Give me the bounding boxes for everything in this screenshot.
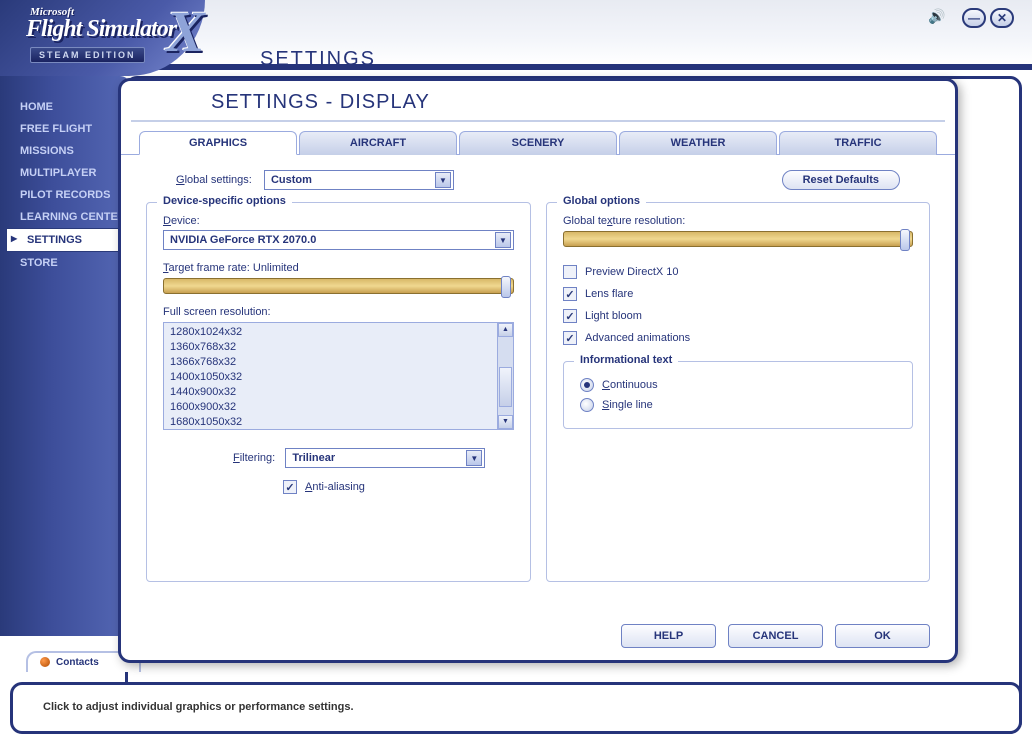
tab-weather[interactable]: WEATHER xyxy=(619,131,777,155)
sidebar-item-pilot-records[interactable]: PILOT RECORDS xyxy=(0,184,130,206)
resolution-option[interactable]: 1280x1024x32 xyxy=(170,325,491,340)
edition-badge: STEAM EDITION xyxy=(30,47,145,63)
info-text-legend: Informational text xyxy=(574,354,678,366)
scrollbar[interactable]: ▲ ▼ xyxy=(497,323,513,429)
resolution-label: Full screen resolution: xyxy=(163,306,514,318)
resolution-option[interactable]: 1680x1050x32 xyxy=(170,415,491,429)
advanced-animations-checkbox[interactable]: ✓ xyxy=(563,331,577,345)
target-framerate-label: Target frame rate: Unlimited xyxy=(163,262,514,274)
sidebar-item-home[interactable]: HOME xyxy=(0,96,130,118)
device-dropdown[interactable]: NVIDIA GeForce RTX 2070.0 ▼ xyxy=(163,230,514,250)
sidebar-item-settings[interactable]: SETTINGS xyxy=(6,228,130,252)
light-bloom-checkbox[interactable]: ✓ xyxy=(563,309,577,323)
filtering-dropdown[interactable]: Trilinear ▼ xyxy=(285,448,485,468)
contacts-label: Contacts xyxy=(56,657,99,668)
resolution-option[interactable]: 1600x900x32 xyxy=(170,400,491,415)
lens-flare-label: Lens flare xyxy=(585,288,633,300)
device-options-group: Device-specific options Device: NVIDIA G… xyxy=(146,202,531,582)
device-options-legend: Device-specific options xyxy=(157,195,292,207)
help-button[interactable]: HELP xyxy=(621,624,716,648)
sidebar-item-learning-center[interactable]: LEARNING CENTER xyxy=(0,206,130,228)
info-single-radio[interactable] xyxy=(580,398,594,412)
resolution-option[interactable]: 1360x768x32 xyxy=(170,340,491,355)
scroll-thumb[interactable] xyxy=(499,367,512,407)
informational-text-group: Informational text Continuous Single lin… xyxy=(563,361,913,429)
ok-button[interactable]: OK xyxy=(835,624,930,648)
global-settings-value: Custom xyxy=(271,174,429,186)
slider-thumb[interactable] xyxy=(501,276,511,298)
hint-text: Click to adjust individual graphics or p… xyxy=(43,695,989,713)
tab-traffic[interactable]: TRAFFIC xyxy=(779,131,937,155)
scroll-down-icon[interactable]: ▼ xyxy=(498,415,513,429)
reset-defaults-button[interactable]: Reset Defaults xyxy=(782,170,900,190)
slider-thumb[interactable] xyxy=(900,229,910,251)
global-settings-dropdown[interactable]: Custom ▼ xyxy=(264,170,454,190)
lens-flare-checkbox[interactable]: ✓ xyxy=(563,287,577,301)
info-continuous-label: Continuous xyxy=(602,379,658,391)
chevron-down-icon: ▼ xyxy=(466,450,482,466)
antialiasing-label: Anti-aliasing xyxy=(305,481,365,493)
resolution-option[interactable]: 1440x900x32 xyxy=(170,385,491,400)
filtering-value: Trilinear xyxy=(292,452,460,464)
texture-resolution-slider[interactable] xyxy=(563,231,913,247)
resolution-option[interactable]: 1400x1050x32 xyxy=(170,370,491,385)
sidebar: HOMEFREE FLIGHTMISSIONSMULTIPLAYERPILOT … xyxy=(0,76,130,636)
global-options-legend: Global options xyxy=(557,195,646,207)
scroll-up-icon[interactable]: ▲ xyxy=(498,323,513,337)
tab-aircraft[interactable]: AIRCRAFT xyxy=(299,131,457,155)
sidebar-item-multiplayer[interactable]: MULTIPLAYER xyxy=(0,162,130,184)
status-dot-icon xyxy=(40,657,50,667)
preview-dx10-label: Preview DirectX 10 xyxy=(585,266,679,278)
sidebar-item-missions[interactable]: MISSIONS xyxy=(0,140,130,162)
chevron-down-icon: ▼ xyxy=(435,172,451,188)
info-single-label: Single line xyxy=(602,399,653,411)
cancel-button[interactable]: CANCEL xyxy=(728,624,823,648)
advanced-animations-label: Advanced animations xyxy=(585,332,690,344)
preview-dx10-checkbox[interactable] xyxy=(563,265,577,279)
tab-graphics[interactable]: GRAPHICS xyxy=(139,131,297,155)
close-button[interactable]: ✕ xyxy=(990,8,1014,28)
global-settings-label: Global settings: xyxy=(176,174,252,186)
target-framerate-slider[interactable] xyxy=(163,278,514,294)
sidebar-item-store[interactable]: STORE xyxy=(0,252,130,274)
tab-scenery[interactable]: SCENERY xyxy=(459,131,617,155)
settings-display-dialog: SETTINGS - DISPLAY GRAPHICSAIRCRAFTSCENE… xyxy=(118,78,958,663)
device-value: NVIDIA GeForce RTX 2070.0 xyxy=(170,234,489,246)
minimize-button[interactable]: — xyxy=(962,8,986,28)
device-label: Device: xyxy=(163,215,514,227)
sound-icon[interactable]: 🔊 xyxy=(928,8,950,26)
resolution-option[interactable]: 1366x768x32 xyxy=(170,355,491,370)
info-continuous-radio[interactable] xyxy=(580,378,594,392)
dialog-title: SETTINGS - DISPLAY xyxy=(131,85,945,122)
app-logo: Microsoft Flight Simulator X STEAM EDITI… xyxy=(18,2,213,72)
logo-title: Flight Simulator xyxy=(26,16,176,43)
resolution-listbox[interactable]: 1280x1024x321360x768x321366x768x321400x1… xyxy=(163,322,514,430)
light-bloom-label: Light bloom xyxy=(585,310,642,322)
global-options-group: Global options Global texture resolution… xyxy=(546,202,930,582)
antialiasing-checkbox[interactable]: ✓ xyxy=(283,480,297,494)
filtering-label: Filtering: xyxy=(233,452,275,464)
page-title: SETTINGS xyxy=(260,48,376,71)
hint-bar: Click to adjust individual graphics or p… xyxy=(10,682,1022,734)
sidebar-item-free-flight[interactable]: FREE FLIGHT xyxy=(0,118,130,140)
chevron-down-icon: ▼ xyxy=(495,232,511,248)
dialog-tabs: GRAPHICSAIRCRAFTSCENERYWEATHERTRAFFIC xyxy=(121,122,955,155)
logo-x: X xyxy=(166,0,205,65)
texture-resolution-label: Global texture resolution: xyxy=(563,215,913,227)
